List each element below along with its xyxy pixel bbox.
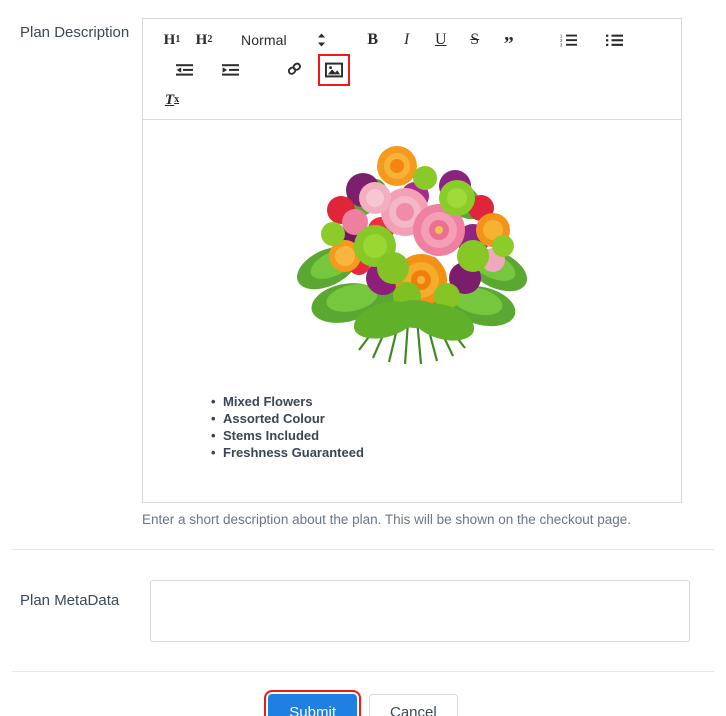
underline-button[interactable]: U (428, 27, 454, 53)
plan-description-label: Plan Description (20, 24, 130, 41)
plan-metadata-input[interactable] (150, 580, 690, 642)
format-picker-value: Normal (241, 32, 287, 48)
heading-2-label: H (195, 31, 208, 48)
list-item: Mixed Flowers (211, 393, 665, 410)
format-picker[interactable]: Normal (241, 27, 326, 53)
italic-button[interactable]: I (394, 27, 420, 53)
list-item: Stems Included (211, 427, 665, 444)
heading-2-button[interactable]: H2 (191, 27, 217, 53)
clear-formatting-button[interactable]: Tx (159, 87, 185, 113)
plan-metadata-label: Plan MetaData (20, 592, 120, 609)
heading-1-button[interactable]: H1 (159, 27, 185, 53)
editor-toolbar-row-2: Tx (151, 85, 673, 115)
heading-1-sub: 1 (175, 34, 181, 45)
submit-button[interactable]: Submit (264, 690, 361, 716)
strikethrough-button[interactable]: S (462, 27, 488, 53)
blockquote-button[interactable]: ” (496, 27, 522, 54)
editor-toolbar: H1 H2 Normal B I U S ” 1 2 3 T x (143, 19, 681, 120)
plan-form-page: Plan Description H1 H2 Normal B I U S ” … (0, 0, 726, 716)
image-icon[interactable] (318, 54, 350, 86)
svg-text:3: 3 (560, 43, 563, 47)
bouquet-image-container (159, 134, 665, 375)
list-item: Freshness Guaranteed (211, 444, 665, 461)
rich-text-editor[interactable]: H1 H2 Normal B I U S ” 1 2 3 T x • Mixed… (142, 18, 682, 503)
cancel-button[interactable]: Cancel (368, 694, 458, 716)
heading-2-sub: 2 (207, 34, 213, 45)
chevron-updown-icon (317, 33, 326, 47)
heading-1-label: H (163, 31, 176, 48)
plan-metadata-control (150, 580, 726, 647)
list-item: Assorted Colour (211, 410, 665, 427)
ordered-list-icon[interactable]: 1 2 3 (556, 27, 582, 53)
indent-icon[interactable] (217, 57, 243, 83)
clear-formatting-sub: x (174, 94, 180, 105)
outdent-icon[interactable] (171, 57, 197, 83)
feature-list: Mixed Flowers Assorted Colour Stems Incl… (159, 393, 665, 461)
plan-description-row: Plan Description H1 H2 Normal B I U S ” … (0, 0, 726, 527)
clear-formatting-label: T (164, 91, 175, 108)
plan-description-control: H1 H2 Normal B I U S ” 1 2 3 T x • Mixed… (142, 0, 726, 527)
bold-button[interactable]: B (360, 27, 386, 53)
editor-content-area[interactable]: Mixed Flowers Assorted Colour Stems Incl… (143, 120, 681, 502)
plan-metadata-row: Plan MetaData (0, 550, 726, 671)
link-icon[interactable] (283, 57, 309, 83)
bullet-list-icon[interactable] (602, 27, 628, 53)
form-footer: Submit Cancel (0, 672, 726, 716)
plan-description-help-text: Enter a short description about the plan… (142, 512, 632, 527)
flower-bouquet-image (297, 146, 527, 365)
